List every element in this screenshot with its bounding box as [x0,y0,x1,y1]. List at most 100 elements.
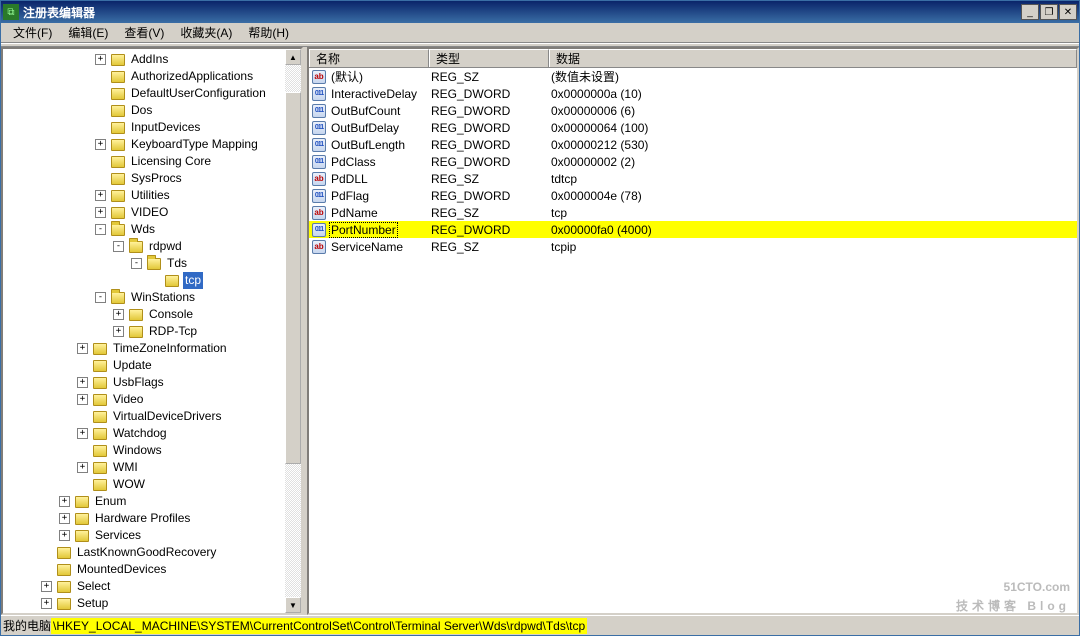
tree-item-label[interactable]: Select [75,578,112,595]
column-type[interactable]: 类型 [429,49,549,67]
tree-item[interactable]: AuthorizedApplications [5,68,301,85]
tree-item[interactable]: LastKnownGoodRecovery [5,544,301,561]
collapse-icon[interactable]: - [131,258,142,269]
expand-icon[interactable]: + [95,54,106,65]
tree-item[interactable]: tcp [5,272,301,289]
menu-view[interactable]: 查看(V) [116,22,172,43]
expand-icon[interactable]: + [59,513,70,524]
tree-item[interactable]: + Video [5,391,301,408]
tree-item[interactable]: +UsbFlags [5,374,301,391]
value-row[interactable]: OutBufDelayREG_DWORD0x00000064 (100) [309,119,1077,136]
tree-item-label[interactable]: UsbFlags [111,374,166,391]
title-bar[interactable]: ⧉ 注册表编辑器 _ ❐ ✕ [1,1,1079,23]
tree-item-label[interactable]: DefaultUserConfiguration [129,85,268,102]
tree-item[interactable]: -rdpwd [5,238,301,255]
tree-item[interactable]: WOW [5,476,301,493]
scroll-thumb[interactable] [285,92,301,464]
tree-item-label[interactable]: Tds [165,255,189,272]
tree-item-label[interactable]: Update [111,357,154,374]
tree-item-label[interactable]: rdpwd [147,238,184,255]
expand-icon[interactable]: + [41,598,52,609]
tree-item-label[interactable]: Hardware Profiles [93,510,192,527]
tree-item-label[interactable]: Services [93,527,143,544]
tree-item[interactable]: +WMI [5,459,301,476]
tree-item[interactable]: + RDP-Tcp [5,323,301,340]
scroll-down-button[interactable]: ▼ [285,597,301,613]
expand-icon[interactable]: + [77,343,88,354]
column-data[interactable]: 数据 [549,49,1077,67]
scroll-up-button[interactable]: ▲ [285,49,301,65]
tree-item[interactable]: Licensing Core [5,153,301,170]
tree-item-label[interactable]: Wds [129,221,157,238]
value-row[interactable]: InteractiveDelayREG_DWORD0x0000000a (10) [309,85,1077,102]
tree-item[interactable]: SysProcs [5,170,301,187]
tree-item-label[interactable]: KeyboardType Mapping [129,136,260,153]
menu-file[interactable]: 文件(F) [5,22,60,43]
tree-item[interactable]: Update [5,357,301,374]
tree-item-label[interactable]: Licensing Core [129,153,213,170]
menu-edit[interactable]: 编辑(E) [60,22,116,43]
tree-item[interactable]: VirtualDeviceDrivers [5,408,301,425]
expand-icon[interactable]: + [77,394,88,405]
minimize-button[interactable]: _ [1021,4,1039,20]
tree-item-label[interactable]: Setup [75,595,110,612]
menu-help[interactable]: 帮助(H) [240,22,297,43]
tree-item[interactable]: - Wds [5,221,301,238]
tree-scrollbar[interactable]: ▲ ▼ [285,49,301,613]
value-row[interactable]: OutBufCountREG_DWORD0x00000006 (6) [309,102,1077,119]
tree-item-label[interactable]: VirtualDeviceDrivers [111,408,223,425]
expand-icon[interactable]: + [95,207,106,218]
tree-item[interactable]: + TimeZoneInformation [5,340,301,357]
tree-item-label[interactable]: SysProcs [129,170,184,187]
value-row[interactable]: OutBufLengthREG_DWORD0x00000212 (530) [309,136,1077,153]
tree-item-label[interactable]: Enum [93,493,128,510]
tree-item-label[interactable]: WPA [75,612,105,615]
expand-icon[interactable]: + [59,496,70,507]
tree-item[interactable]: +WPA [5,612,301,615]
tree-item[interactable]: + VIDEO [5,204,301,221]
tree-item[interactable]: -WinStations [5,289,301,306]
value-row[interactable]: PortNumberREG_DWORD0x00000fa0 (4000) [309,221,1077,238]
value-row[interactable]: (默认)REG_SZ(数值未设置) [309,68,1077,85]
tree-item[interactable]: +Select [5,578,301,595]
tree-item-label[interactable]: Video [111,391,145,408]
tree-item[interactable]: InputDevices [5,119,301,136]
tree-item-label[interactable]: TimeZoneInformation [111,340,229,357]
value-row[interactable]: PdNameREG_SZtcp [309,204,1077,221]
column-name[interactable]: 名称 [309,49,429,67]
tree-item-label[interactable]: Console [147,306,195,323]
tree-item[interactable]: Dos [5,102,301,119]
list-rows[interactable]: (默认)REG_SZ(数值未设置)InteractiveDelayREG_DWO… [309,68,1077,255]
expand-icon[interactable]: + [95,190,106,201]
scroll-track[interactable] [285,65,301,597]
value-row[interactable]: ServiceNameREG_SZtcpip [309,238,1077,255]
tree-item-label[interactable]: Utilities [129,187,172,204]
tree-item[interactable]: + AddIns [5,51,301,68]
expand-icon[interactable]: + [95,139,106,150]
tree-pane[interactable]: + AddInsAuthorizedApplicationsDefaultUser… [1,47,303,615]
collapse-icon[interactable]: - [95,224,106,235]
tree-item-label[interactable]: WMI [111,459,140,476]
tree-item[interactable]: + Watchdog [5,425,301,442]
tree-item-label[interactable]: LastKnownGoodRecovery [75,544,218,561]
tree-item-label[interactable]: tcp [183,272,203,289]
tree-item[interactable]: DefaultUserConfiguration [5,85,301,102]
close-button[interactable]: ✕ [1059,4,1077,20]
tree-item[interactable]: + Services [5,527,301,544]
tree-item[interactable]: +Console [5,306,301,323]
tree-item-label[interactable]: RDP-Tcp [147,323,199,340]
tree-item[interactable]: + KeyboardType Mapping [5,136,301,153]
expand-icon[interactable]: + [59,530,70,541]
tree-item[interactable]: + Setup [5,595,301,612]
tree-item-label[interactable]: WOW [111,476,147,493]
tree-item-label[interactable]: VIDEO [129,204,170,221]
expand-icon[interactable]: + [113,326,124,337]
list-pane[interactable]: 名称 类型 数据 (默认)REG_SZ(数值未设置)InteractiveDel… [307,47,1079,615]
tree-item-label[interactable]: Windows [111,442,164,459]
expand-icon[interactable]: + [77,428,88,439]
registry-tree[interactable]: + AddInsAuthorizedApplicationsDefaultUser… [3,49,301,615]
tree-item[interactable]: Windows [5,442,301,459]
tree-item-label[interactable]: AddIns [129,51,170,68]
tree-item-label[interactable]: Watchdog [111,425,169,442]
tree-item-label[interactable]: WinStations [129,289,197,306]
